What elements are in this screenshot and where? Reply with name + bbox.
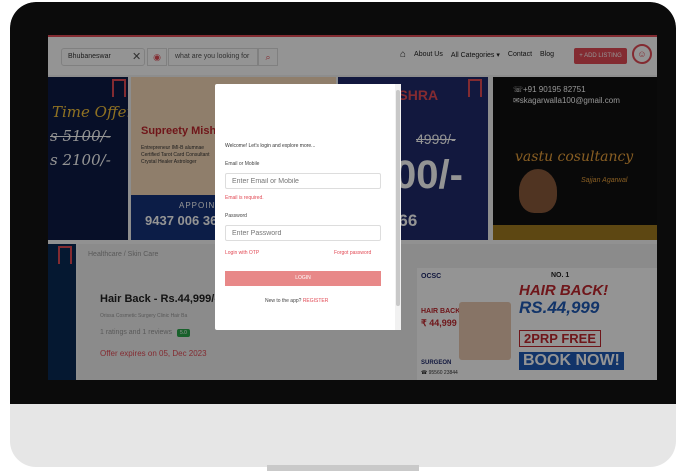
- register-prompt: New to the app? REGISTER: [265, 298, 328, 304]
- register-link[interactable]: REGISTER: [303, 298, 329, 304]
- login-modal: Welcome! Let's login and explore more...…: [215, 84, 401, 330]
- welcome-text: Welcome! Let's login and explore more...: [225, 143, 316, 149]
- forgot-password-link[interactable]: Forgot password: [334, 250, 371, 256]
- login-with-otp-link[interactable]: Login with OTP: [225, 250, 259, 256]
- email-error: Email is required.: [225, 195, 264, 201]
- email-field[interactable]: [225, 173, 381, 189]
- login-button[interactable]: LOGIN: [225, 271, 381, 286]
- modal-scrollbar[interactable]: [395, 84, 401, 330]
- new-to-app-text: New to the app?: [265, 298, 302, 304]
- modal-scroll-thumb[interactable]: [396, 90, 400, 306]
- monitor-stand: [267, 465, 419, 471]
- password-field[interactable]: [225, 225, 381, 241]
- monitor-frame: Bhubaneswar ✕ ◉ what are you looking for…: [10, 2, 676, 467]
- browser-viewport: Bhubaneswar ✕ ◉ what are you looking for…: [48, 35, 657, 380]
- password-label: Password: [225, 213, 247, 219]
- email-label: Email or Mobile: [225, 161, 260, 167]
